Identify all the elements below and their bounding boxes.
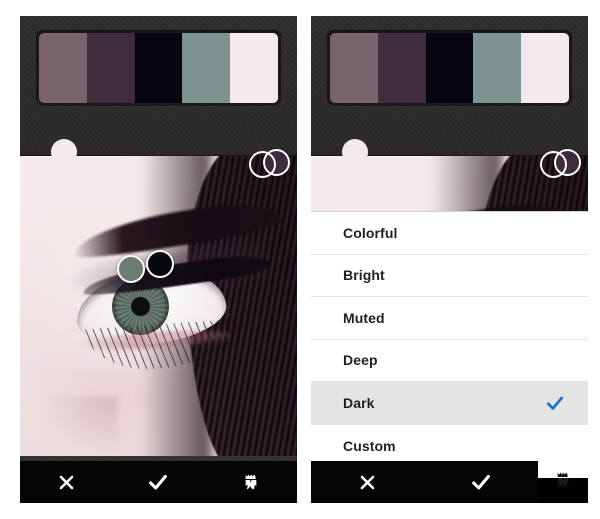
menu-item-label: Bright xyxy=(343,267,385,284)
menu-item-label: Dark xyxy=(343,394,375,411)
swatch-mauve-gray[interactable] xyxy=(39,33,87,103)
menu-item-label: Muted xyxy=(343,309,385,326)
sample-handle-ring[interactable] xyxy=(540,151,567,178)
palette-style-menu: Colorful Bright Muted Deep Dark Custom xyxy=(311,211,588,478)
checkmark-icon xyxy=(544,392,566,414)
palette-mode-button[interactable] xyxy=(538,461,588,503)
panel-editor-default xyxy=(20,16,297,503)
menu-item-dark[interactable]: Dark xyxy=(311,382,588,425)
panel-editor-menu-open: Colorful Bright Muted Deep Dark Custom xyxy=(311,16,588,503)
swatch-near-black[interactable] xyxy=(425,33,474,103)
menu-item-deep[interactable]: Deep xyxy=(311,339,588,382)
palette-swatch-bar[interactable] xyxy=(36,30,281,106)
swatch-dark-plum[interactable] xyxy=(377,33,426,103)
flower-icon xyxy=(553,470,573,495)
photo-nose-shadow xyxy=(48,396,118,452)
sample-handle-white[interactable] xyxy=(51,139,77,165)
flower-icon xyxy=(241,472,261,492)
check-icon xyxy=(147,471,169,493)
swatch-near-black[interactable] xyxy=(134,33,183,103)
cancel-button[interactable] xyxy=(311,461,425,503)
menu-item-colorful[interactable]: Colorful xyxy=(311,212,588,255)
swatch-dark-plum[interactable] xyxy=(86,33,135,103)
palette-swatch-bar[interactable] xyxy=(327,30,572,106)
editor-top-frame xyxy=(311,16,588,156)
menu-item-label: Deep xyxy=(343,352,378,369)
screenshot-stage: Colorful Bright Muted Deep Dark Custom xyxy=(0,0,600,519)
editor-toolbar xyxy=(311,461,538,503)
sample-handle-white[interactable] xyxy=(342,139,368,165)
menu-item-label: Custom xyxy=(343,437,396,454)
swatch-off-white[interactable] xyxy=(521,33,569,103)
confirm-button[interactable] xyxy=(425,461,539,503)
menu-item-label: Colorful xyxy=(343,224,398,241)
editor-top-frame xyxy=(20,16,297,156)
swatch-mauve-gray[interactable] xyxy=(330,33,378,103)
photo-canvas[interactable] xyxy=(20,156,297,456)
cancel-button[interactable] xyxy=(20,461,112,503)
swatch-off-white[interactable] xyxy=(230,33,278,103)
close-icon xyxy=(57,473,76,492)
sample-handle-ring[interactable] xyxy=(249,151,276,178)
menu-item-bright[interactable]: Bright xyxy=(311,254,588,297)
sample-handle-sage[interactable] xyxy=(117,255,145,283)
swatch-sage-green[interactable] xyxy=(182,33,231,103)
menu-item-muted[interactable]: Muted xyxy=(311,297,588,340)
check-icon xyxy=(470,471,492,493)
swatch-sage-green[interactable] xyxy=(473,33,522,103)
palette-mode-button[interactable] xyxy=(205,461,297,503)
confirm-button[interactable] xyxy=(112,461,204,503)
close-icon xyxy=(358,473,377,492)
sample-handle-black[interactable] xyxy=(146,250,174,278)
editor-toolbar xyxy=(20,461,297,503)
